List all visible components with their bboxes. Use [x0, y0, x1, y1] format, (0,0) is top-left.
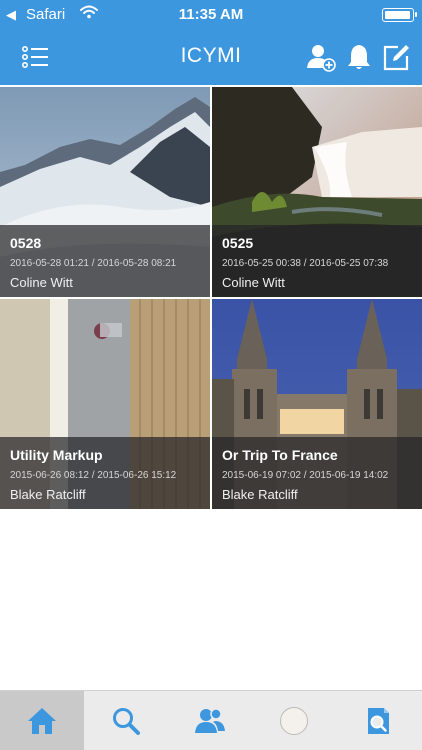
- card-dates: 2016-05-28 01:21 / 2016-05-28 08:21: [10, 258, 177, 269]
- home-icon: [28, 708, 56, 734]
- card-author: Blake Ratcliff: [10, 487, 86, 502]
- tab-people[interactable]: [168, 691, 252, 750]
- document-search-icon: [368, 708, 389, 734]
- battery-icon: [382, 8, 417, 22]
- card-author: Coline Witt: [10, 275, 73, 290]
- tab-search[interactable]: [84, 691, 168, 750]
- tab-bar: [0, 690, 422, 750]
- app-screen: ◀ Safari 11:35 AM ICYMI 0528 2016-05-28 …: [0, 0, 422, 750]
- journal-card[interactable]: 0525 2016-05-25 00:38 / 2016-05-25 07:38…: [212, 87, 422, 297]
- card-title: 0528: [10, 235, 42, 251]
- tab-documents[interactable]: [336, 691, 420, 750]
- people-icon: [195, 708, 225, 733]
- card-title: Utility Markup: [10, 447, 103, 463]
- card-dates: 2016-05-25 00:38 / 2016-05-25 07:38: [222, 258, 389, 269]
- add-user-icon[interactable]: [306, 42, 336, 72]
- journal-card[interactable]: Or Trip To France 2015-06-19 07:02 / 201…: [212, 299, 422, 509]
- card-author: Coline Witt: [222, 275, 285, 290]
- search-icon: [113, 708, 140, 735]
- compose-icon[interactable]: [381, 42, 411, 72]
- card-caption: Or Trip To France 2015-06-19 07:02 / 201…: [212, 437, 422, 509]
- avatar: [280, 707, 308, 735]
- card-caption: Utility Markup 2015-06-26 08:12 / 2015-0…: [0, 437, 210, 509]
- card-title: Or Trip To France: [222, 447, 338, 463]
- header: ◀ Safari 11:35 AM ICYMI: [0, 0, 422, 85]
- status-bar: ◀ Safari 11:35 AM: [0, 0, 422, 30]
- card-dates: 2015-06-19 07:02 / 2015-06-19 14:02: [222, 470, 389, 481]
- journal-card[interactable]: 0528 2016-05-28 01:21 / 2016-05-28 08:21…: [0, 87, 210, 297]
- tab-home[interactable]: [0, 691, 84, 750]
- card-dates: 2015-06-26 08:12 / 2015-06-26 15:12: [10, 470, 177, 481]
- journal-card[interactable]: Utility Markup 2015-06-26 08:12 / 2015-0…: [0, 299, 210, 509]
- status-time: 11:35 AM: [178, 6, 244, 23]
- card-author: Blake Ratcliff: [222, 487, 298, 502]
- card-caption: 0525 2016-05-25 00:38 / 2016-05-25 07:38…: [212, 225, 422, 297]
- card-title: 0525: [222, 235, 254, 251]
- tab-profile[interactable]: [252, 691, 336, 750]
- bell-icon[interactable]: [344, 42, 374, 72]
- nav-bar: ICYMI: [0, 30, 422, 85]
- card-caption: 0528 2016-05-28 01:21 / 2016-05-28 08:21…: [0, 225, 210, 297]
